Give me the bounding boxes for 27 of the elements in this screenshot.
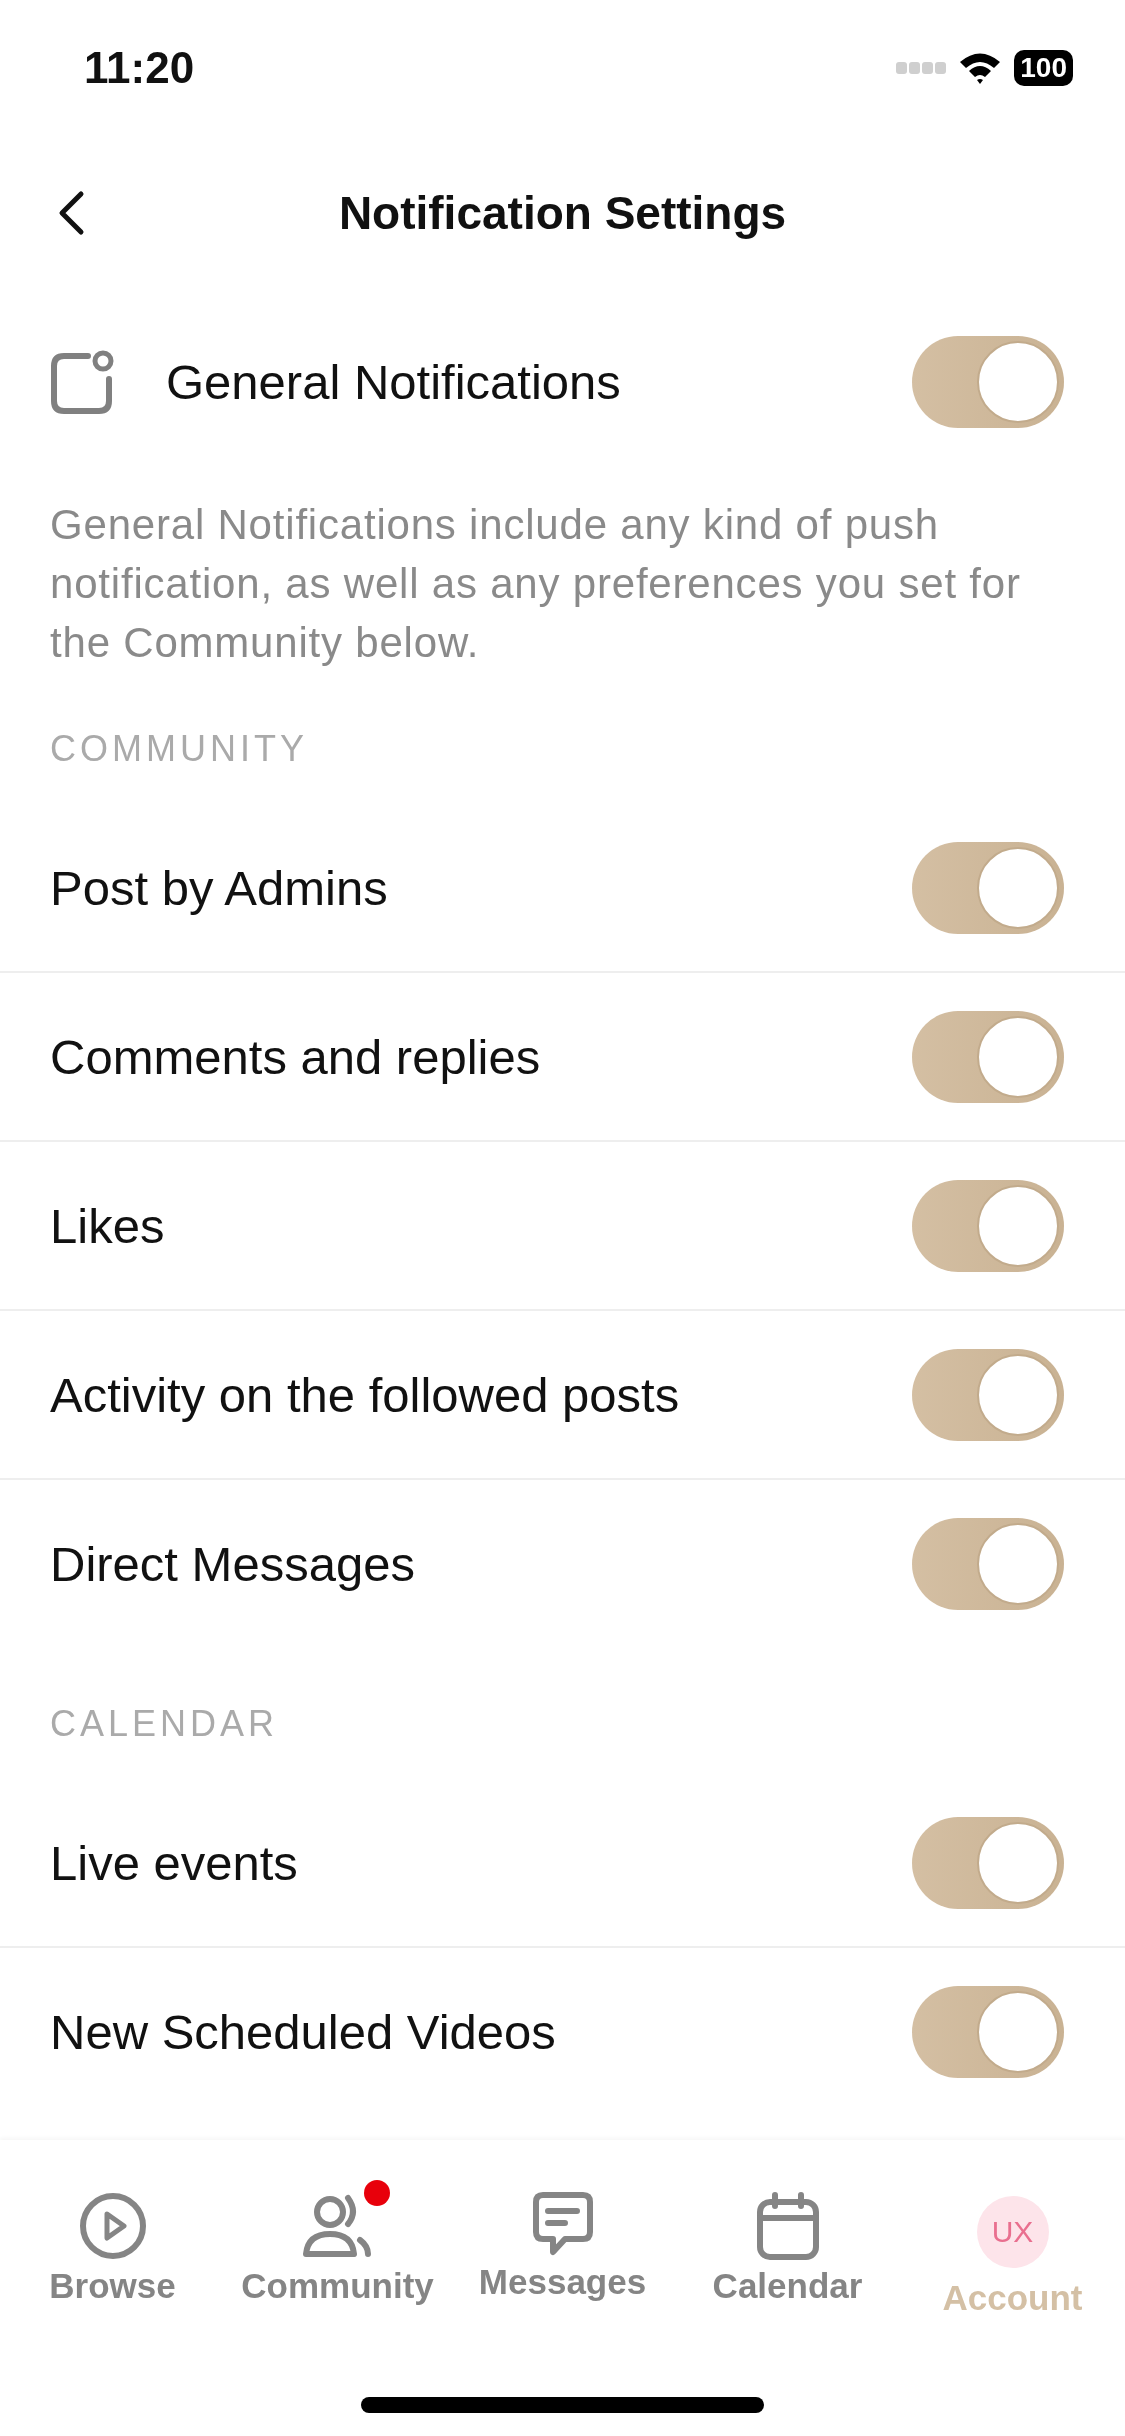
chat-bubble-icon xyxy=(532,2192,593,2256)
notification-icon xyxy=(50,349,116,415)
setting-label: Post by Admins xyxy=(50,859,389,916)
setting-label: Likes xyxy=(50,1197,166,1254)
setting-label: Activity on the followed posts xyxy=(50,1366,681,1423)
calendar-icon xyxy=(756,2192,819,2260)
setting-label: New Scheduled Videos xyxy=(50,2003,557,2060)
people-icon xyxy=(301,2192,374,2260)
tab-item[interactable]: Browse xyxy=(0,2176,225,2306)
avatar-icon: UX xyxy=(976,2196,1049,2268)
play-icon xyxy=(78,2192,147,2260)
wifi-icon xyxy=(958,51,1003,85)
tab-item[interactable]: Messages xyxy=(450,2176,675,2302)
signal-icon xyxy=(896,62,947,74)
battery-level: 100 xyxy=(1014,50,1073,86)
tab-item[interactable]: Calendar xyxy=(675,2176,900,2306)
setting-label: Comments and replies xyxy=(50,1028,542,1085)
description-text: General Notifications include any kind of push notification, as well as any preferences you set for the Community below. xyxy=(49,500,1022,668)
tab-item[interactable]: Community xyxy=(225,2176,450,2306)
section-header: CALENDAR xyxy=(49,1702,280,1746)
tab-item[interactable]: UX Account xyxy=(900,2176,1125,2318)
setting-label: Direct Messages xyxy=(50,1535,416,1592)
status-time: 11:20 xyxy=(84,43,195,93)
section-header: COMMUNITY xyxy=(49,727,309,771)
setting-label: General Notifications xyxy=(166,354,622,410)
screen-title: Notification Settings xyxy=(338,186,787,240)
setting-label: Live events xyxy=(50,1834,299,1891)
